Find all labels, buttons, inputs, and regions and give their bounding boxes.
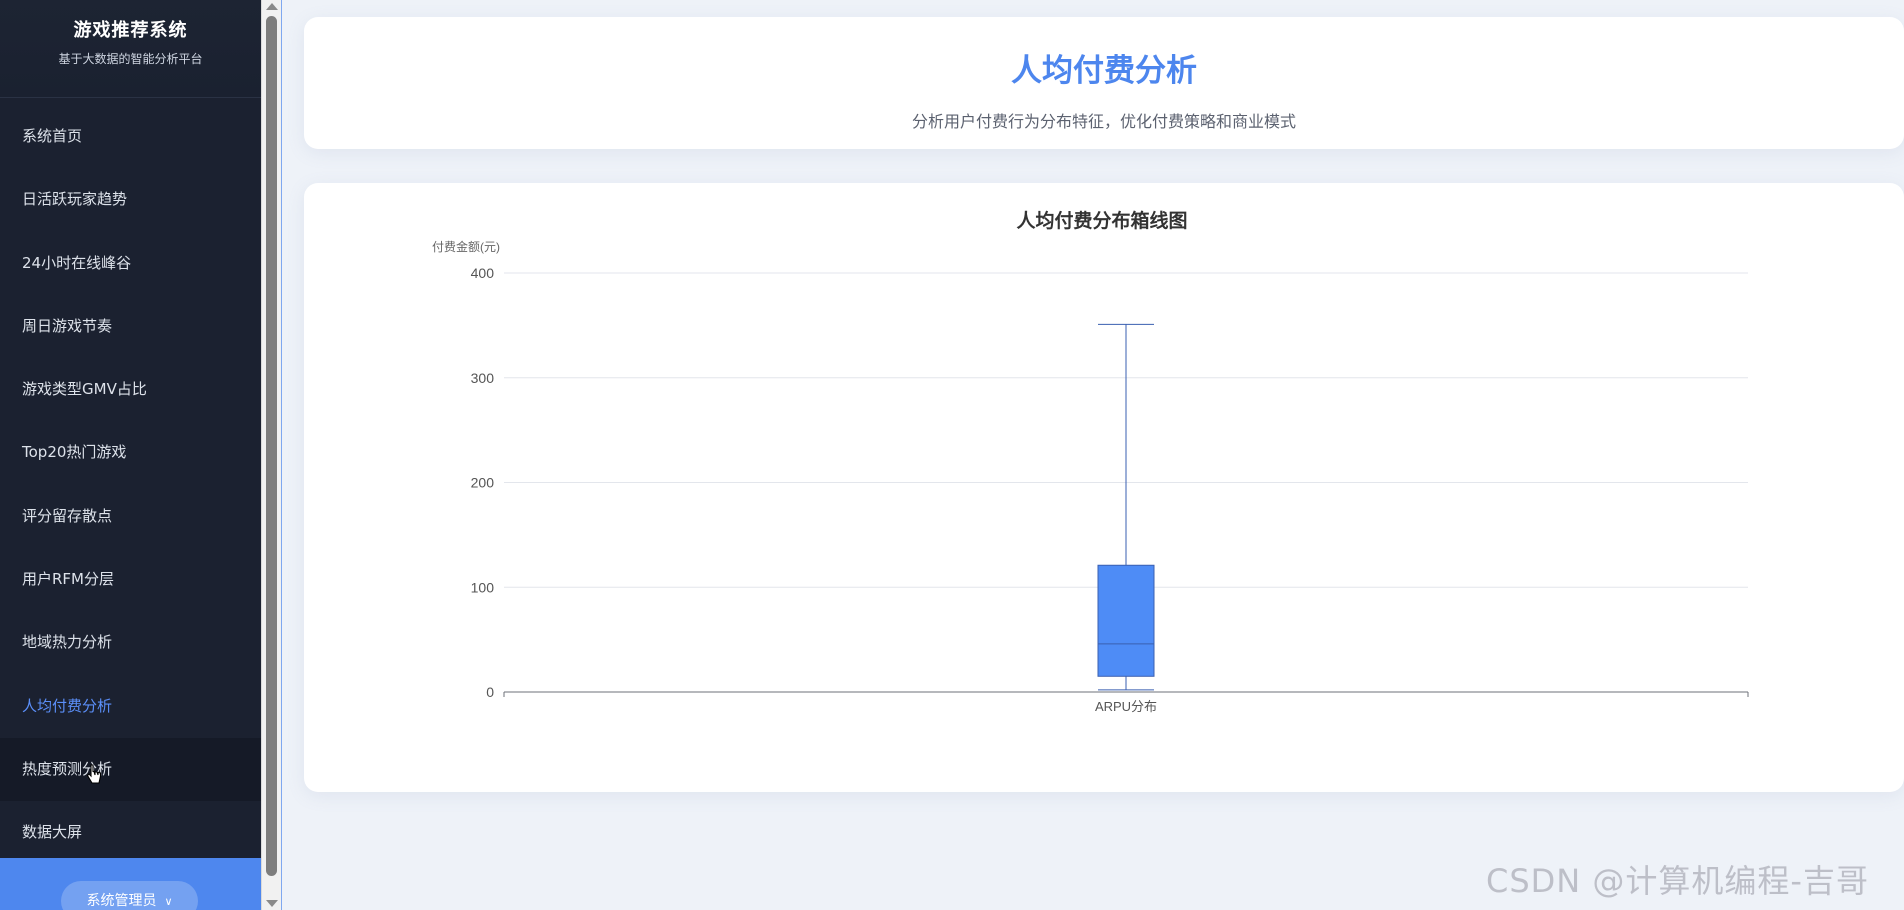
sidebar-item-11[interactable]: 热度预测分析 xyxy=(0,737,261,802)
y-tick-label: 400 xyxy=(471,265,495,281)
app-subtitle: 基于大数据的智能分析平台 xyxy=(58,52,203,66)
sidebar-item-8[interactable]: 用户RFM分层 xyxy=(0,548,261,611)
user-name: 系统管理员 xyxy=(86,893,157,909)
y-tick-label: 100 xyxy=(471,579,495,595)
main-content: 人均付费分析 分析用户付费行为分布特征，优化付费策略和商业模式 人均付费分布箱线… xyxy=(282,0,1904,910)
y-tick-label: 0 xyxy=(486,684,494,700)
scrollbar-thumb[interactable] xyxy=(266,16,277,876)
sidebar-item-7[interactable]: 评分留存散点 xyxy=(0,485,261,548)
scroll-up-arrow-icon[interactable] xyxy=(266,3,278,10)
y-axis-label: 付费金额(元) xyxy=(432,239,500,254)
x-axis: ARPU分布 xyxy=(503,691,1749,714)
box-item xyxy=(1097,323,1155,691)
sidebar-item-5[interactable]: 游戏类型GMV占比 xyxy=(0,358,261,421)
chart-title: 人均付费分布箱线图 xyxy=(1016,209,1187,232)
y-tick-label: 200 xyxy=(471,475,495,491)
sidebar-item-6[interactable]: Top20热门游戏 xyxy=(0,421,261,484)
page-title: 人均付费分析 xyxy=(1011,53,1197,89)
sidebar-item-4[interactable]: 周日游戏节奏 xyxy=(0,295,261,358)
box-iqr xyxy=(1097,564,1155,677)
chevron-down-icon: ∨ xyxy=(164,895,173,908)
box-series xyxy=(1097,323,1155,691)
sidebar-menu: 系统首页 日活跃玩家趋势 24小时在线峰谷 周日游戏节奏 游戏类型GMV占比 Top20热… xyxy=(0,98,261,865)
sidebar-footer: 系统管理员 ∨ xyxy=(0,858,261,910)
chart-card: 人均付费分布箱线图 付费金额(元) 0 100 200 300 400 ARPU分布 xyxy=(304,183,1904,792)
sidebar-item-3[interactable]: 24小时在线峰谷 xyxy=(0,232,261,295)
sidebar-item-12[interactable]: 数据大屏 xyxy=(0,801,261,864)
sidebar: 游戏推荐系统 基于大数据的智能分析平台 系统首页 日活跃玩家趋势 24小时在线峰谷周… xyxy=(0,0,261,910)
scroll-down-arrow-icon[interactable] xyxy=(266,900,278,907)
boxplot-chart: 人均付费分布箱线图 付费金额(元) 0 100 200 300 400 ARPU分布 xyxy=(432,209,1749,714)
scrollbar[interactable] xyxy=(261,0,281,910)
page-header-card: 人均付费分析 分析用户付费行为分布特征，优化付费策略和商业模式 xyxy=(304,17,1904,149)
sidebar-item-9[interactable]: 地域热力分析 xyxy=(0,611,261,674)
watermark: CSDN @计算机编程-吉哥 xyxy=(1486,862,1869,900)
sidebar-item-10[interactable]: 人均付费分析 xyxy=(0,675,261,738)
x-category-label: ARPU分布 xyxy=(1095,699,1157,714)
sidebar-item-2[interactable]: 日活跃玩家趋势 xyxy=(0,168,261,231)
user-menu-button[interactable]: 系统管理员 ∨ xyxy=(61,881,198,910)
y-axis-ticks: 0 100 200 300 400 xyxy=(471,265,495,700)
hand-cursor-icon xyxy=(86,764,102,784)
y-tick-label: 300 xyxy=(471,370,495,386)
app-title: 游戏推荐系统 xyxy=(73,20,188,41)
page-subtitle: 分析用户付费行为分布特征，优化付费策略和商业模式 xyxy=(911,112,1296,131)
sidebar-item-1[interactable]: 系统首页 xyxy=(0,105,261,168)
brand-block: 游戏推荐系统 基于大数据的智能分析平台 xyxy=(0,0,261,98)
